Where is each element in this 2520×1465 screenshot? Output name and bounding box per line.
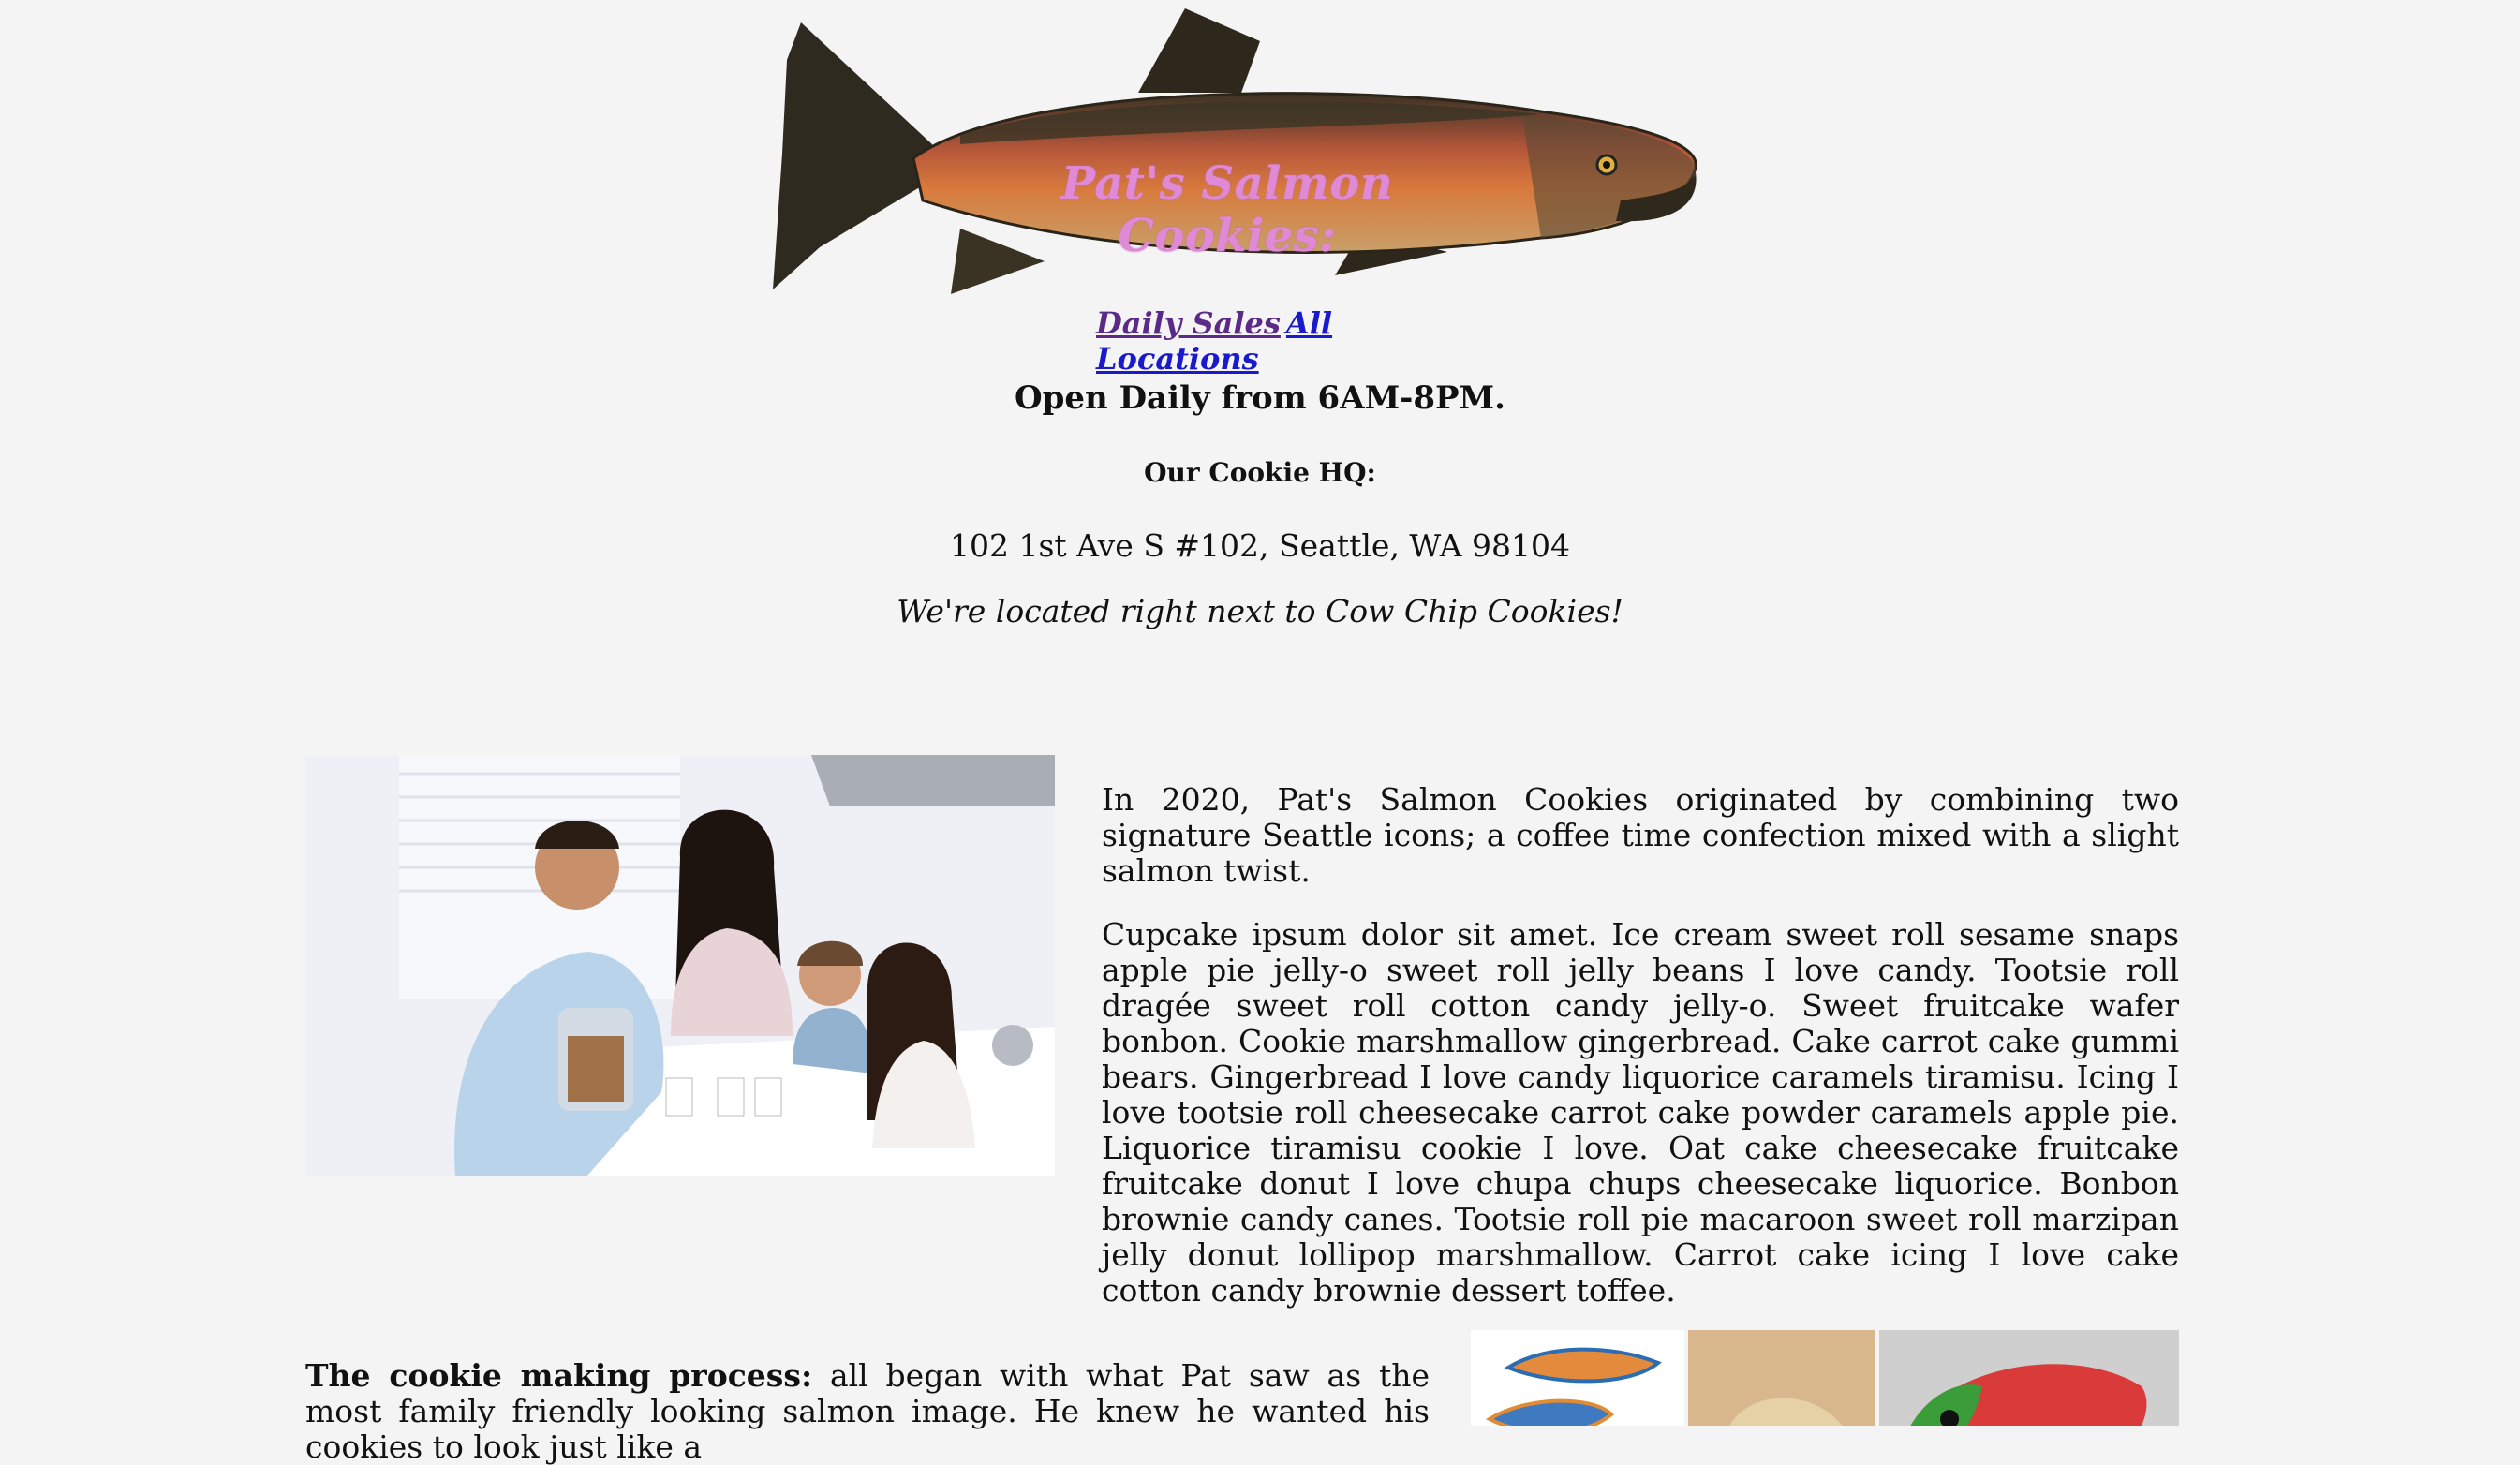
brand-title: Pat's Salmon Cookies: bbox=[1060, 157, 1394, 262]
about-story: In 2020, Pat's Salmon Cookies originated… bbox=[1102, 782, 2179, 1337]
store-hours: Open Daily from 6AM-8PM. bbox=[1014, 379, 1506, 417]
story-paragraph-ipsum: Cupcake ipsum dolor sit amet. Ice cream … bbox=[1102, 916, 2179, 1309]
process-heading: The cookie making process: bbox=[305, 1357, 813, 1394]
process-section: The cookie making process: all began wit… bbox=[305, 1358, 1430, 1465]
main-nav: Daily Sales All Locations bbox=[1096, 305, 1405, 377]
story-paragraph-intro: In 2020, Pat's Salmon Cookies originated… bbox=[1102, 781, 2179, 889]
salmon-cookie-iced-image bbox=[1879, 1330, 2179, 1426]
nav-daily-sales-link[interactable]: Daily Sales bbox=[1096, 305, 1281, 341]
hq-address: 102 1st Ave S #102, Seattle, WA 98104 bbox=[950, 527, 1570, 564]
family-photo bbox=[305, 755, 1055, 1176]
salmon-cookie-baked-image bbox=[1688, 1330, 1875, 1426]
location-note: We're located right next to Cow Chip Coo… bbox=[897, 593, 1623, 629]
hq-heading: Our Cookie HQ: bbox=[1144, 457, 1376, 488]
salmon-cookie-cutter-image bbox=[1471, 1330, 1684, 1426]
cookie-gallery bbox=[1471, 1330, 2179, 1426]
